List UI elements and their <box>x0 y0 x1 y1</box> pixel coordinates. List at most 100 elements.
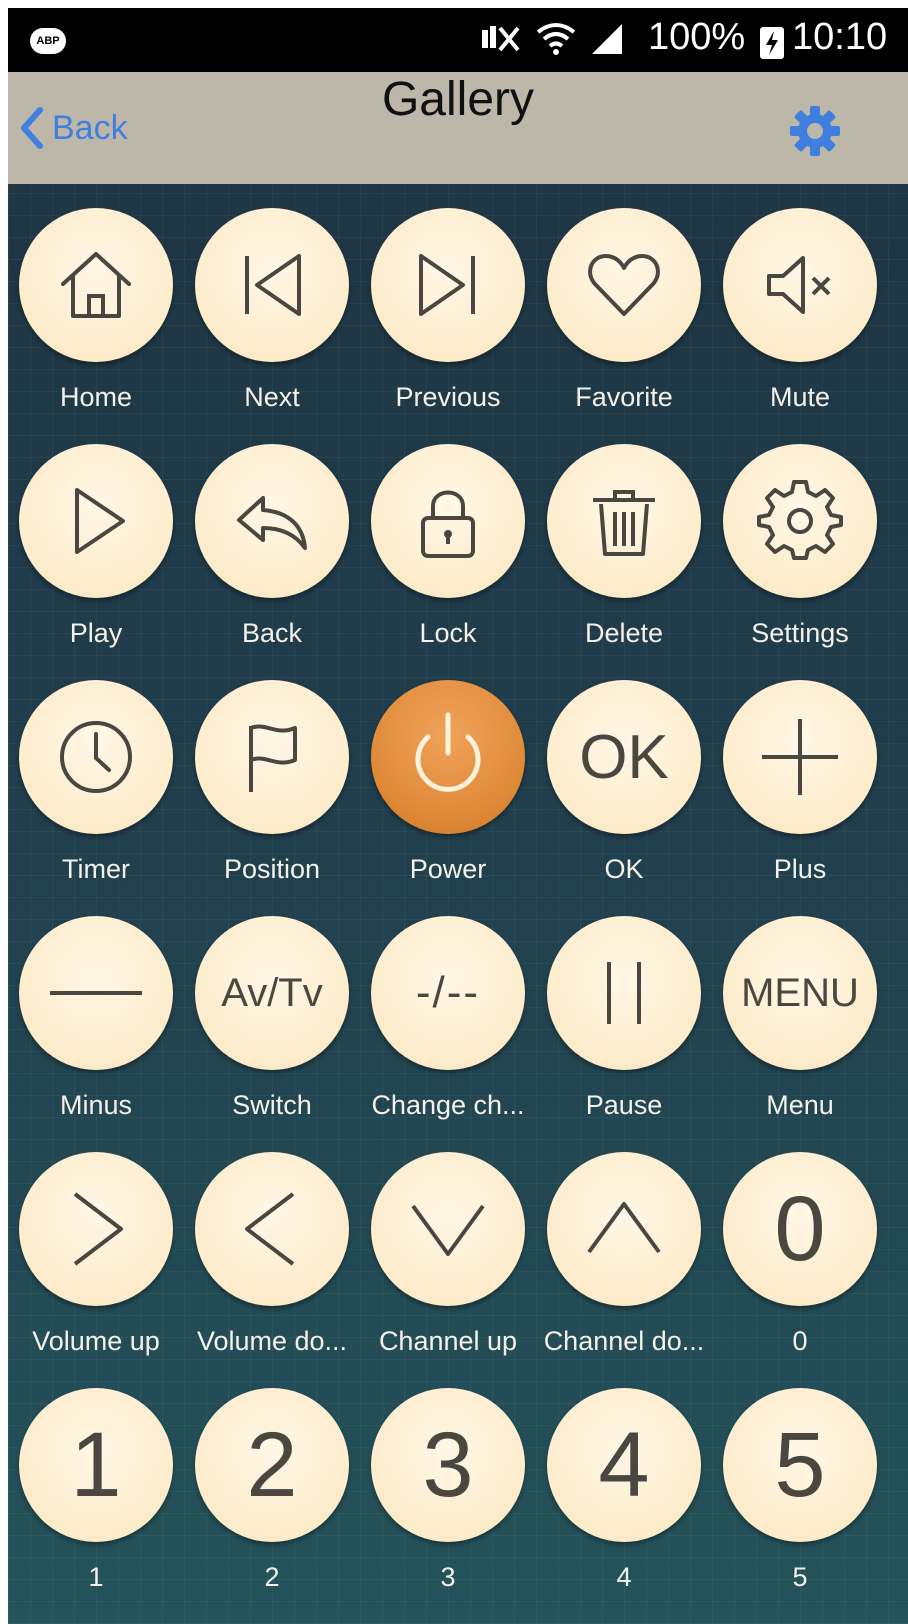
remote-item-back: Back <box>184 420 360 656</box>
button-label: 1 <box>88 1562 104 1592</box>
button-label: Pause <box>585 1090 663 1120</box>
remote-item-mute: Mute <box>712 184 888 420</box>
timer-button[interactable] <box>19 680 173 834</box>
remote-item-5: 5 5 <box>712 1364 888 1600</box>
home-button[interactable] <box>19 208 173 362</box>
remote-item-plus: Plus <box>712 656 888 892</box>
pause-icon <box>607 962 641 1024</box>
change-channel-button[interactable]: -/-- <box>371 916 525 1070</box>
volume-down-button[interactable] <box>195 1152 349 1306</box>
button-label: 2 <box>264 1562 280 1592</box>
status-time: 10:10 <box>792 16 888 58</box>
previous-button[interactable] <box>371 208 525 362</box>
button-label: 4 <box>616 1562 632 1592</box>
remote-item-lock: Lock <box>360 420 536 656</box>
remote-item-settings: Settings <box>712 420 888 656</box>
clock-icon <box>60 721 132 793</box>
ok-button[interactable]: OK <box>547 680 701 834</box>
digit-4-button[interactable]: 4 <box>547 1388 701 1542</box>
av-tv-glyph: Av/Tv <box>221 970 323 1015</box>
delete-button[interactable] <box>547 444 701 598</box>
cellular-signal-icon <box>592 24 622 54</box>
chevron-right-icon <box>73 1192 123 1266</box>
plus-button[interactable] <box>723 680 877 834</box>
next-button[interactable] <box>195 208 349 362</box>
button-label: Volume up <box>32 1326 160 1356</box>
chevron-down-icon <box>411 1204 485 1256</box>
button-label: 5 <box>792 1562 808 1592</box>
settings-remote-button[interactable] <box>723 444 877 598</box>
digit-2-button[interactable]: 2 <box>195 1388 349 1542</box>
channel-down-button[interactable] <box>547 1152 701 1306</box>
button-label: Favorite <box>575 382 673 412</box>
digit-3-button[interactable]: 3 <box>371 1388 525 1542</box>
digit-5-button[interactable]: 5 <box>723 1388 877 1542</box>
nav-bar: Back Gallery <box>8 72 908 184</box>
trash-icon <box>593 490 655 556</box>
plus-icon <box>762 719 838 795</box>
gear-icon <box>790 106 840 156</box>
ok-glyph: OK <box>579 722 669 792</box>
back-label: Back <box>52 108 128 147</box>
button-label: Lock <box>419 618 477 648</box>
skip-next-icon <box>419 254 475 316</box>
reply-arrow-icon <box>237 496 307 550</box>
remote-item-4: 4 4 <box>536 1364 712 1600</box>
volume-up-button[interactable] <box>19 1152 173 1306</box>
remote-item-menu: MENU Menu <box>712 892 888 1128</box>
button-label: Delete <box>584 618 664 648</box>
switch-button[interactable]: Av/Tv <box>195 916 349 1070</box>
digit-glyph: 0 <box>774 1177 826 1280</box>
chevron-left-icon <box>21 107 43 149</box>
menu-button[interactable]: MENU <box>723 916 877 1070</box>
remote-item-switch: Av/Tv Switch <box>184 892 360 1128</box>
lock-button[interactable] <box>371 444 525 598</box>
channel-up-button[interactable] <box>371 1152 525 1306</box>
remote-item-ok: OK OK <box>536 656 712 892</box>
status-icons <box>478 22 624 56</box>
button-label: Next <box>244 382 300 412</box>
position-button[interactable] <box>195 680 349 834</box>
button-label: Power <box>409 854 487 884</box>
menu-glyph: MENU <box>741 970 859 1015</box>
remote-item-delete: Delete <box>536 420 712 656</box>
power-icon <box>415 712 481 792</box>
battery-percent: 100% <box>648 16 746 58</box>
remote-item-3: 3 3 <box>360 1364 536 1600</box>
heart-icon <box>588 254 660 316</box>
button-label: OK <box>604 854 644 884</box>
pause-button[interactable] <box>547 916 701 1070</box>
back-remote-button[interactable] <box>195 444 349 598</box>
remote-item-volume-up: Volume up <box>8 1128 184 1364</box>
play-icon <box>75 488 125 554</box>
mute-button[interactable] <box>723 208 877 362</box>
remote-button-grid: Home Next Previous Favorite Mute Play Ba… <box>8 184 908 1624</box>
digit-0-button[interactable]: 0 <box>723 1152 877 1306</box>
remote-item-home: Home <box>8 184 184 420</box>
play-button[interactable] <box>19 444 173 598</box>
button-label: Previous <box>395 382 501 412</box>
minus-button[interactable] <box>19 916 173 1070</box>
power-button[interactable] <box>371 680 525 834</box>
favorite-button[interactable] <box>547 208 701 362</box>
back-button[interactable]: Back <box>16 100 128 156</box>
remote-item-position: Position <box>184 656 360 892</box>
button-label: Play <box>69 618 123 648</box>
remote-item-channel-down: Channel do... <box>536 1128 712 1364</box>
dash-glyph: -/-- <box>415 968 481 1017</box>
remote-item-favorite: Favorite <box>536 184 712 420</box>
button-label: Volume do... <box>196 1326 348 1356</box>
button-label: Channel up <box>378 1326 518 1356</box>
lock-icon <box>421 490 475 558</box>
wifi-icon <box>536 23 576 55</box>
button-label: Switch <box>232 1090 312 1120</box>
page-title: Gallery <box>381 73 535 126</box>
settings-button[interactable] <box>788 104 842 158</box>
status-bar: ABP 100% 10:10 <box>8 8 908 72</box>
button-label: Change ch... <box>371 1090 525 1120</box>
digit-1-button[interactable]: 1 <box>19 1388 173 1542</box>
button-label: Home <box>59 382 133 412</box>
remote-item-previous: Previous <box>360 184 536 420</box>
remote-item-minus: Minus <box>8 892 184 1128</box>
adblock-icon: ABP <box>30 28 66 54</box>
